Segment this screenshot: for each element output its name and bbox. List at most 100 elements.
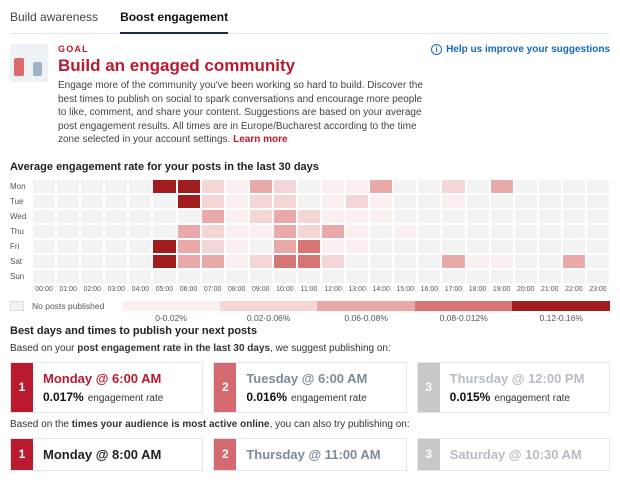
heatmap-cell[interactable] [56,269,80,284]
heatmap-cell[interactable] [514,224,538,239]
heatmap-cell[interactable] [104,179,128,194]
heatmap-cell[interactable] [466,209,490,224]
heatmap-cell[interactable] [152,194,176,209]
heatmap-cell[interactable] [80,254,104,269]
heatmap-cell[interactable] [562,179,586,194]
heatmap-cell[interactable] [466,254,490,269]
heatmap-cell[interactable] [538,194,562,209]
heatmap-cell[interactable] [441,254,465,269]
heatmap-cell[interactable] [393,209,417,224]
heatmap-cell[interactable] [417,254,441,269]
heatmap-cell[interactable] [514,269,538,284]
heatmap-cell[interactable] [177,224,201,239]
heatmap-cell[interactable] [273,239,297,254]
heatmap-cell[interactable] [466,194,490,209]
heatmap-cell[interactable] [273,179,297,194]
heatmap-cell[interactable] [586,254,610,269]
heatmap-cell[interactable] [249,179,273,194]
heatmap-cell[interactable] [56,224,80,239]
heatmap-cell[interactable] [345,239,369,254]
heatmap-cell[interactable] [538,209,562,224]
heatmap-cell[interactable] [369,254,393,269]
heatmap-cell[interactable] [514,254,538,269]
heatmap-cell[interactable] [80,209,104,224]
heatmap-cell[interactable] [321,239,345,254]
tab-boost-engagement[interactable]: Boost engagement [120,4,228,34]
heatmap-cell[interactable] [32,254,56,269]
heatmap-cell[interactable] [152,239,176,254]
heatmap-cell[interactable] [538,224,562,239]
heatmap-cell[interactable] [249,224,273,239]
heatmap-cell[interactable] [273,269,297,284]
heatmap-cell[interactable] [514,209,538,224]
heatmap-cell[interactable] [345,194,369,209]
heatmap-cell[interactable] [201,254,225,269]
heatmap-cell[interactable] [466,179,490,194]
heatmap-cell[interactable] [225,254,249,269]
heatmap-cell[interactable] [32,209,56,224]
heatmap-cell[interactable] [104,224,128,239]
suggestion-card-3[interactable]: 3 Thursday @ 12:00 PM 0.015%engagement r… [417,362,610,413]
heatmap-cell[interactable] [128,254,152,269]
heatmap-cell[interactable] [201,269,225,284]
help-improve-link[interactable]: i Help us improve your suggestions [431,44,610,55]
heatmap-cell[interactable] [80,179,104,194]
heatmap-cell[interactable] [514,239,538,254]
heatmap-cell[interactable] [297,239,321,254]
heatmap-cell[interactable] [32,269,56,284]
heatmap-cell[interactable] [562,269,586,284]
heatmap-cell[interactable] [417,194,441,209]
heatmap-cell[interactable] [32,179,56,194]
heatmap-cell[interactable] [104,194,128,209]
heatmap-cell[interactable] [249,194,273,209]
heatmap-cell[interactable] [80,269,104,284]
heatmap-cell[interactable] [369,209,393,224]
heatmap-cell[interactable] [273,254,297,269]
heatmap-cell[interactable] [514,194,538,209]
heatmap-cell[interactable] [514,179,538,194]
heatmap-cell[interactable] [152,209,176,224]
heatmap-cell[interactable] [249,269,273,284]
heatmap-cell[interactable] [152,254,176,269]
heatmap-cell[interactable] [177,269,201,284]
heatmap-cell[interactable] [321,194,345,209]
heatmap-cell[interactable] [225,209,249,224]
heatmap-cell[interactable] [321,209,345,224]
heatmap-cell[interactable] [128,179,152,194]
heatmap-cell[interactable] [80,239,104,254]
suggestion-card-1[interactable]: 1 Monday @ 6:00 AM 0.017%engagement rate [10,362,203,413]
active-card-3[interactable]: 3 Saturday @ 10:30 AM [417,438,610,471]
heatmap-cell[interactable] [441,179,465,194]
heatmap-cell[interactable] [273,209,297,224]
heatmap-cell[interactable] [104,269,128,284]
heatmap-cell[interactable] [586,269,610,284]
heatmap-cell[interactable] [417,209,441,224]
heatmap-cell[interactable] [345,269,369,284]
heatmap-cell[interactable] [586,179,610,194]
heatmap-cell[interactable] [441,239,465,254]
heatmap-cell[interactable] [297,269,321,284]
heatmap-cell[interactable] [152,179,176,194]
heatmap-cell[interactable] [80,224,104,239]
heatmap-cell[interactable] [32,224,56,239]
heatmap-cell[interactable] [441,224,465,239]
heatmap-cell[interactable] [201,224,225,239]
heatmap-cell[interactable] [441,194,465,209]
heatmap-cell[interactable] [104,239,128,254]
heatmap-cell[interactable] [538,239,562,254]
heatmap-cell[interactable] [177,209,201,224]
heatmap-cell[interactable] [393,194,417,209]
heatmap-cell[interactable] [490,269,514,284]
tab-build-awareness[interactable]: Build awareness [10,4,98,33]
heatmap-cell[interactable] [177,254,201,269]
heatmap-cell[interactable] [201,179,225,194]
heatmap-cell[interactable] [128,194,152,209]
heatmap-cell[interactable] [177,194,201,209]
heatmap-cell[interactable] [128,239,152,254]
heatmap-cell[interactable] [225,269,249,284]
suggestion-card-2[interactable]: 2 Tuesday @ 6:00 AM 0.016%engagement rat… [213,362,406,413]
heatmap-cell[interactable] [586,239,610,254]
heatmap-cell[interactable] [562,194,586,209]
heatmap-cell[interactable] [321,254,345,269]
heatmap-cell[interactable] [369,239,393,254]
